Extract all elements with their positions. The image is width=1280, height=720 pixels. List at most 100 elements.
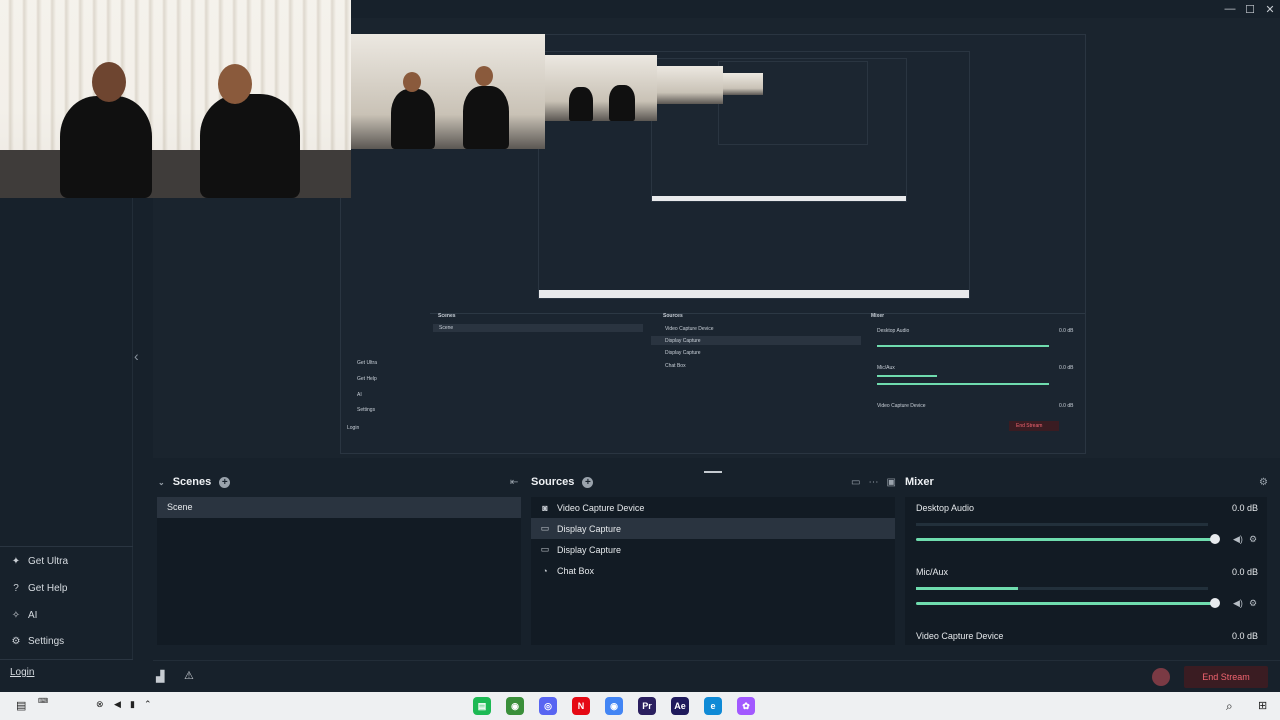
volume-meter xyxy=(916,587,1208,590)
mixer-title: Mixer xyxy=(905,476,934,488)
sidebar-item-label: Get Ultra xyxy=(28,556,69,567)
volume-slider[interactable] xyxy=(916,598,1220,608)
language-indicator: ⌨ xyxy=(38,698,49,705)
add-scene-button[interactable]: + xyxy=(219,476,231,488)
source-label: Video Capture Device xyxy=(557,502,645,513)
login-link[interactable]: Login xyxy=(10,667,34,678)
collapse-sidebar-icon[interactable]: ‹ xyxy=(134,348,139,364)
dock-drag-handle[interactable] xyxy=(704,471,722,473)
end-stream-button[interactable]: End Stream xyxy=(1184,666,1268,688)
stats-icon[interactable]: ▟ xyxy=(156,670,164,683)
nested-source-3: Display Capture xyxy=(665,350,701,356)
monitor-icon: ▭ xyxy=(540,523,550,533)
gear-icon[interactable]: ⚙ xyxy=(1249,598,1257,609)
sidebar-item-label: Get Help xyxy=(28,583,68,594)
nested-mixer-video: Video Capture Device xyxy=(877,403,926,409)
nested-sources-title: Sources xyxy=(663,313,683,319)
mixer-panel xyxy=(905,497,1267,645)
scene-item[interactable]: Scene xyxy=(157,497,521,518)
maximize-button[interactable]: ☐ xyxy=(1240,0,1260,18)
source-filter-icon[interactable]: ⋯ xyxy=(868,477,878,488)
search-icon[interactable]: ⌕ xyxy=(1226,699,1233,714)
mic-icon[interactable]: ▮ xyxy=(130,699,135,710)
source-row[interactable]: ▭ Display Capture xyxy=(531,539,895,560)
scenes-title: Scenes xyxy=(172,476,212,488)
ultra-icon: ✦ xyxy=(11,556,21,567)
help-icon: ? xyxy=(13,583,19,594)
sources-dock-title: Sources + xyxy=(531,476,594,488)
speaker-icon[interactable]: ◀) xyxy=(1233,598,1243,609)
nested-mixer-mic: Mic/Aux xyxy=(877,365,895,371)
source-row[interactable]: ◙ Video Capture Device xyxy=(531,497,895,518)
aftereffects-icon[interactable]: Ae xyxy=(671,697,689,715)
nested-sidebar-get-help: Get Help xyxy=(357,376,377,382)
notes-icon[interactable]: ▤ xyxy=(16,699,26,712)
record-indicator xyxy=(1152,668,1170,686)
volume-meter xyxy=(916,523,1208,526)
nested-sidebar-login: Login xyxy=(347,425,360,431)
ai-icon: ✧ xyxy=(11,610,21,621)
mixer-channel-name: Video Capture Device xyxy=(916,631,1004,641)
source-folder-icon[interactable]: ▣ xyxy=(886,477,895,488)
app-icon[interactable]: ▤ xyxy=(473,697,491,715)
scenes-panel xyxy=(157,497,521,645)
gear-icon[interactable]: ⚙ xyxy=(1259,477,1268,488)
minimize-button[interactable]: — xyxy=(1220,0,1240,18)
mixer-channel-name: Mic/Aux xyxy=(916,567,949,577)
sidebar-item-settings[interactable]: ⚙ Settings xyxy=(10,636,65,647)
sidebar-item-get-ultra[interactable]: ✦ Get Ultra xyxy=(10,556,68,567)
chat-icon: ◔ xyxy=(542,565,548,576)
nested-sidebar-ai: AI xyxy=(357,392,362,398)
source-properties-icon[interactable]: ▭ xyxy=(851,477,860,488)
windows-icon[interactable]: ⊞ xyxy=(1258,699,1267,712)
nested-source-4: Chat Box xyxy=(665,363,686,369)
sources-title: Sources xyxy=(531,476,575,488)
source-row[interactable]: ▭ Display Capture xyxy=(531,518,895,539)
nested-mixer-db-1: 0.0 dB xyxy=(1059,328,1074,334)
source-row[interactable]: ◔ Chat Box xyxy=(531,560,895,581)
mixer-dock-title: Mixer xyxy=(905,476,934,488)
sidebar-item-ai[interactable]: ✧ AI xyxy=(10,610,38,621)
network-icon[interactable]: ⊗ xyxy=(96,699,104,710)
netflix-icon[interactable]: N xyxy=(572,697,590,715)
source-label: Display Capture xyxy=(557,523,622,534)
nested-webcam-1 xyxy=(351,34,545,149)
slider-knob[interactable] xyxy=(1210,598,1220,608)
obs-window: — ☐ ✕ Get Ultra Get Help AI Settings Log… xyxy=(0,0,1280,720)
chevron-down-icon[interactable]: ⌄ xyxy=(158,478,165,487)
scene-transition-icon[interactable]: ⇤ xyxy=(510,477,518,488)
speaker-icon[interactable]: ◀) xyxy=(1233,534,1243,545)
volume-icon[interactable]: ◀ xyxy=(114,699,121,710)
nested-mixer-db-2: 0.0 dB xyxy=(1059,365,1074,371)
source-label: Chat Box xyxy=(557,565,595,576)
nested-mixer-db-3: 0.0 dB xyxy=(1059,403,1074,409)
close-button[interactable]: ✕ xyxy=(1260,0,1280,18)
mixer-channel-db: 0.0 dB xyxy=(1231,631,1258,641)
mixer-channel-db: 0.0 dB xyxy=(1231,567,1258,577)
sidebar-item-label: Settings xyxy=(28,636,65,647)
edge-icon[interactable]: e xyxy=(704,697,722,715)
volume-slider[interactable] xyxy=(916,534,1220,544)
chevron-up-icon[interactable]: ⌃ xyxy=(144,699,152,710)
nested-webcam-2 xyxy=(545,55,657,121)
nested-webcam-4 xyxy=(723,73,763,95)
gear-icon: ⚙ xyxy=(11,636,21,647)
nested-mixer-desktop: Desktop Audio xyxy=(877,328,910,334)
nested-source-1: Video Capture Device xyxy=(665,326,714,332)
figma-icon[interactable]: ✿ xyxy=(737,697,755,715)
source-label: Display Capture xyxy=(557,544,622,555)
alert-icon[interactable]: ⚠ xyxy=(184,669,194,682)
chrome-icon-2[interactable]: ◉ xyxy=(605,697,623,715)
gear-icon[interactable]: ⚙ xyxy=(1249,534,1257,545)
camera-icon: ◙ xyxy=(542,502,548,513)
meter-level xyxy=(916,587,1019,590)
premiere-icon[interactable]: Pr xyxy=(638,697,656,715)
slider-knob[interactable] xyxy=(1210,534,1220,544)
chrome-icon[interactable]: ◉ xyxy=(506,697,524,715)
nested-mixer-title: Mixer xyxy=(871,313,885,319)
sidebar-item-get-help[interactable]: ? Get Help xyxy=(10,583,67,594)
mixer-channel-name: Desktop Audio xyxy=(916,503,975,513)
add-source-button[interactable]: + xyxy=(582,476,594,488)
mixer-dock-icons: ⚙ xyxy=(1259,477,1268,488)
discord-icon[interactable]: ◎ xyxy=(539,697,557,715)
